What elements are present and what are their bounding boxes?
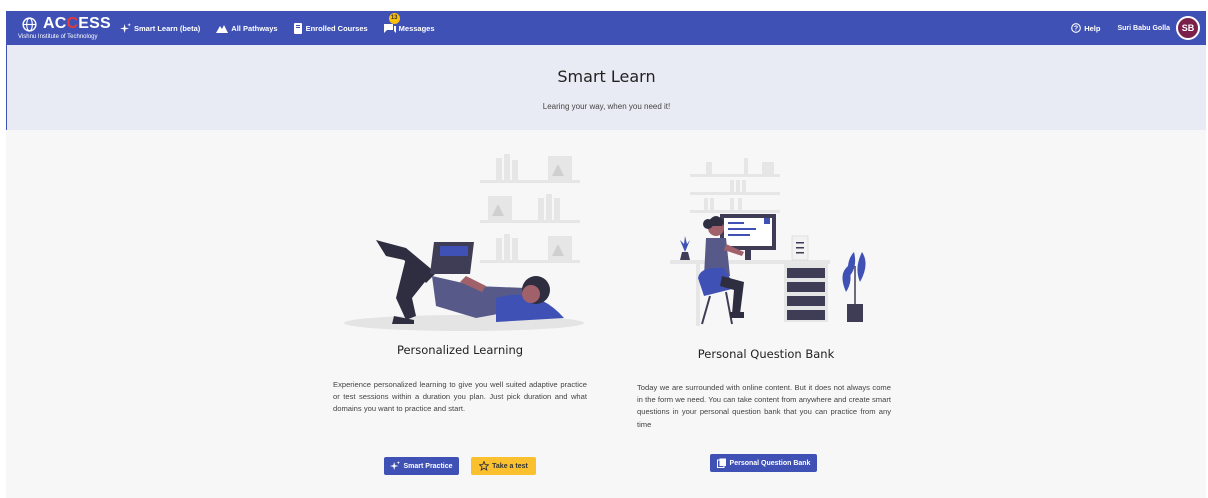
globe-icon	[22, 17, 37, 32]
personal-question-bank-button[interactable]: Personal Question Bank	[710, 454, 817, 472]
nav-label: Messages	[398, 23, 435, 33]
nav-smart-learn[interactable]: Smart Learn (beta)	[120, 22, 201, 34]
chat-icon	[383, 23, 396, 33]
hero-banner: Smart Learn Learing your way, when you n…	[6, 45, 1206, 130]
help-label: Help	[1084, 23, 1101, 33]
brand-logo[interactable]: ACCESS Vishnu Institute of Technology	[14, 11, 114, 45]
personalized-learning-illustration	[344, 154, 584, 331]
card-text-personalized: Experience personalized learning to give…	[333, 380, 587, 414]
magic-wand-icon	[479, 461, 490, 471]
page-subtitle: Learing your way, when you need it!	[542, 102, 671, 111]
help-link[interactable]: ? Help	[1071, 23, 1100, 33]
sparkle-icon	[390, 461, 401, 471]
top-nav-bar: ACCESS Vishnu Institute of Technology Sm…	[6, 11, 1206, 45]
card-text-question-bank: Today we are surrounded with online cont…	[637, 383, 891, 429]
button-label: Take a test	[492, 462, 528, 470]
button-label: Smart Practice	[403, 462, 453, 470]
nav-all-pathways[interactable]: All Pathways	[216, 23, 278, 33]
card-title-personalized: Personalized Learning	[396, 343, 524, 357]
nav-label: All Pathways	[231, 23, 278, 33]
svg-text:?: ?	[1074, 26, 1078, 33]
main-nav: Smart Learn (beta) All Pathways Enrolled…	[120, 12, 451, 34]
user-name[interactable]: Suri Babu Golla	[1117, 25, 1170, 32]
copy-icon	[716, 458, 726, 468]
card-title-question-bank: Personal Question Bank	[697, 347, 835, 361]
messages-badge: 13	[388, 12, 400, 24]
avatar[interactable]: SB	[1176, 16, 1200, 40]
button-label: Personal Question Bank	[729, 459, 811, 467]
take-test-button[interactable]: Take a test	[471, 457, 536, 475]
sparkle-icon	[120, 22, 131, 33]
page: ACCESS Vishnu Institute of Technology Sm…	[0, 0, 1208, 498]
nav-label: Smart Learn (beta)	[134, 23, 201, 33]
page-title: Smart Learn	[557, 67, 656, 86]
nav-enrolled-courses[interactable]: Enrolled Courses	[293, 22, 368, 34]
content-area: Personalized Learning Experience persona…	[6, 130, 1206, 498]
mountain-icon	[216, 24, 229, 33]
book-icon	[293, 22, 302, 34]
user-nav: ? Help Suri Babu Golla SB	[1071, 16, 1206, 40]
brand-subtitle: Vishnu Institute of Technology	[18, 34, 98, 40]
smart-practice-button[interactable]: Smart Practice	[384, 457, 459, 475]
nav-messages[interactable]: 13 Messages	[383, 12, 435, 34]
question-bank-illustration	[670, 158, 866, 326]
brand-name: ACCESS	[43, 15, 111, 32]
help-icon: ?	[1071, 23, 1082, 33]
nav-label: Enrolled Courses	[305, 23, 368, 33]
